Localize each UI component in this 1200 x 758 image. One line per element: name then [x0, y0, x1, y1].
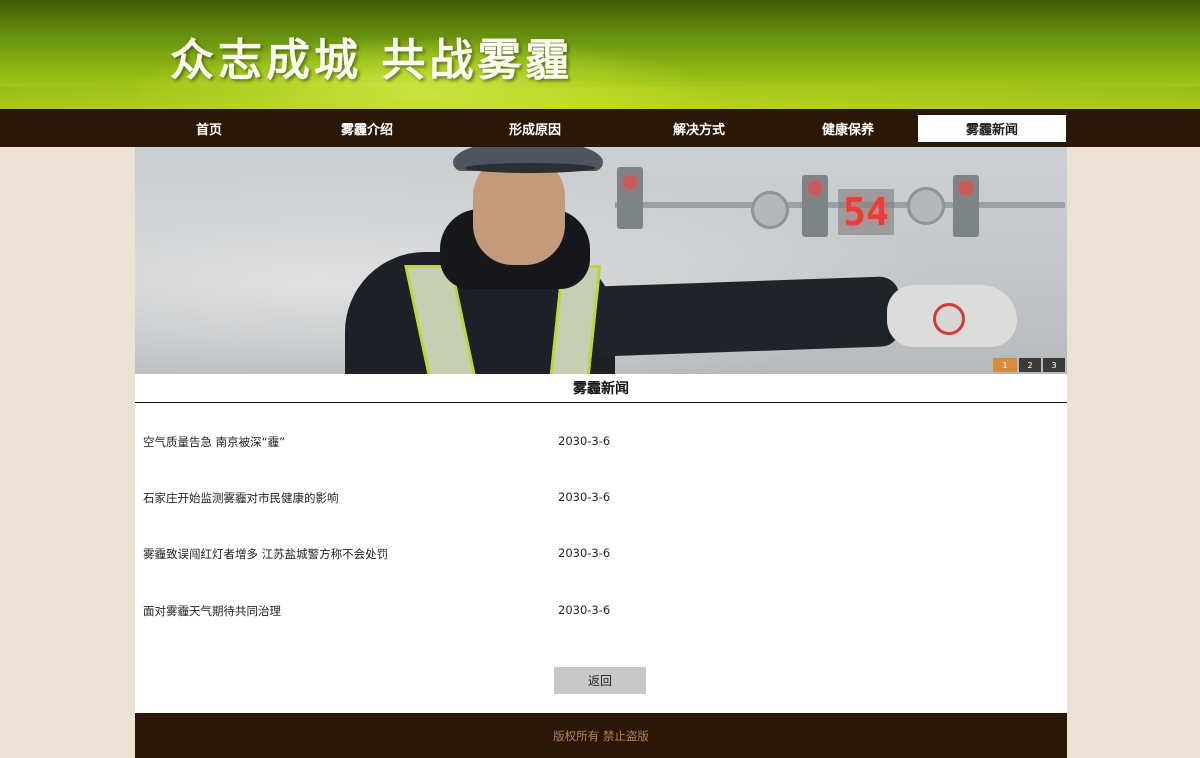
- site-footer: 版权所有 禁止盗版: [135, 713, 1067, 758]
- glove-signal-disk: [933, 303, 965, 335]
- nav-item-smog-intro[interactable]: 雾霾介绍: [293, 115, 441, 142]
- news-date: 2030-3-6: [558, 490, 611, 504]
- traffic-light-middle: [802, 175, 828, 237]
- hero-photo-traffic-officer-in-smog: 54 1 2 3: [135, 147, 1067, 374]
- copyright-text: 版权所有 禁止盗版: [553, 728, 649, 743]
- nav-item-solutions[interactable]: 解决方式: [625, 115, 773, 142]
- slide-dot-2[interactable]: 2: [1019, 358, 1041, 372]
- traffic-sign-right: [907, 187, 945, 225]
- news-panel: 雾霾新闻 空气质量告急 南京被深“霾” 2030-3-6 石家庄开始监测雾霾对市…: [135, 374, 1067, 713]
- section-title: 雾霾新闻: [135, 374, 1067, 403]
- news-title[interactable]: 面对雾霾天气期待共同治理: [143, 603, 281, 619]
- traffic-sign-circle: [751, 191, 789, 229]
- traffic-light-left: [617, 167, 643, 229]
- banner-title: 众志成城 共战雾霾: [170, 35, 574, 86]
- news-item[interactable]: 石家庄开始监测雾霾对市民健康的影响 2030-3-6: [143, 490, 1043, 510]
- slideshow-pager: 1 2 3: [993, 358, 1065, 372]
- countdown-display: 54: [838, 189, 894, 235]
- news-title[interactable]: 雾霾致误闯红灯者增多 江苏盐城警方称不会处罚: [143, 546, 388, 562]
- officer-hat-brim: [465, 163, 595, 173]
- nav-item-causes[interactable]: 形成原因: [461, 115, 609, 142]
- news-item[interactable]: 空气质量告急 南京被深“霾” 2030-3-6: [143, 434, 1043, 454]
- nav-item-home[interactable]: 首页: [135, 115, 283, 142]
- news-title[interactable]: 石家庄开始监测雾霾对市民健康的影响: [143, 490, 339, 506]
- nav-item-smog-news[interactable]: 雾霾新闻: [918, 115, 1066, 142]
- news-item[interactable]: 雾霾致误闯红灯者增多 江苏盐城警方称不会处罚 2030-3-6: [143, 546, 1043, 566]
- main-nav: 首页 雾霾介绍 形成原因 解决方式 健康保养 雾霾新闻: [0, 109, 1200, 147]
- traffic-light-right: [953, 175, 979, 237]
- news-date: 2030-3-6: [558, 434, 611, 448]
- site-banner: 众志成城 共战雾霾: [0, 0, 1200, 109]
- news-title[interactable]: 空气质量告急 南京被深“霾”: [143, 434, 285, 450]
- officer-arm: [553, 276, 902, 358]
- slide-dot-1[interactable]: 1: [993, 358, 1017, 372]
- slide-dot-3[interactable]: 3: [1043, 358, 1065, 372]
- back-button[interactable]: 返回: [554, 667, 646, 694]
- news-date: 2030-3-6: [558, 603, 611, 617]
- news-date: 2030-3-6: [558, 546, 611, 560]
- news-item[interactable]: 面对雾霾天气期待共同治理 2030-3-6: [143, 603, 1043, 623]
- nav-item-health[interactable]: 健康保养: [774, 115, 922, 142]
